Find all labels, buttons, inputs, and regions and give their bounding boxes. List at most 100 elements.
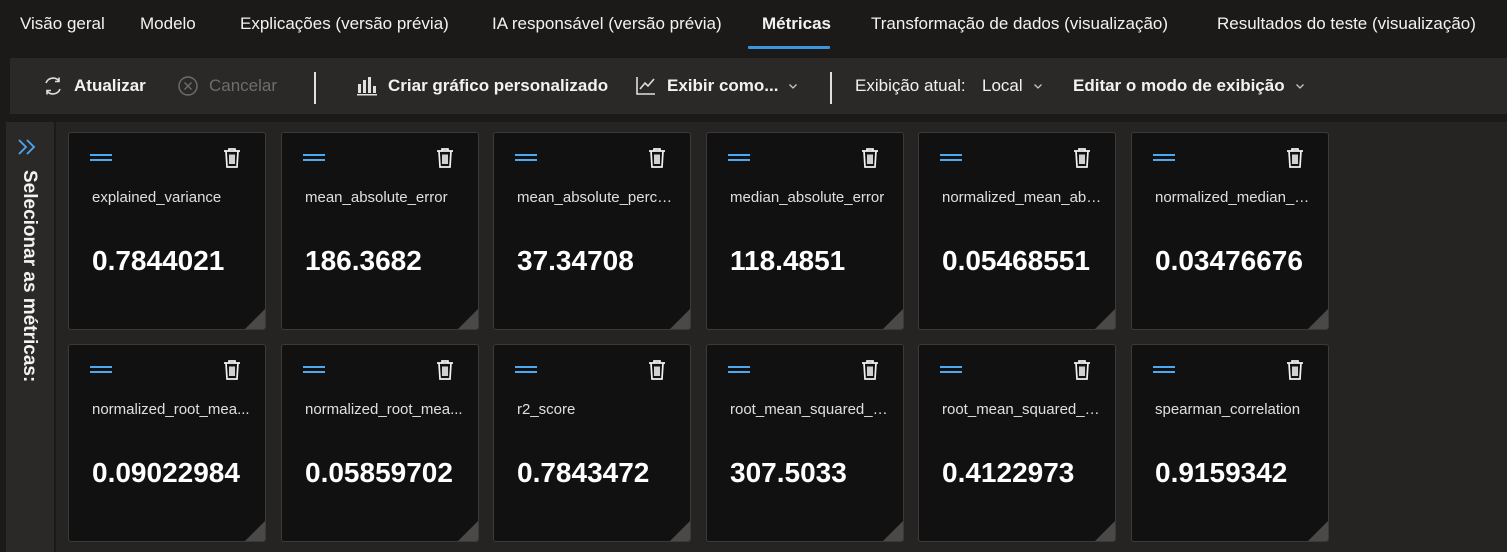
metric-card: mean_absolute_perce... 37.34708 — [493, 132, 691, 330]
resize-handle[interactable] — [883, 521, 903, 541]
resize-handle[interactable] — [670, 521, 690, 541]
metric-value: 118.4851 — [730, 245, 846, 276]
drag-handle-icon[interactable] — [303, 153, 325, 163]
metric-name: normalized_mean_abs... — [942, 189, 1102, 206]
refresh-button[interactable]: Atualizar — [42, 58, 146, 114]
chart-add-icon — [356, 75, 378, 97]
metric-name: r2_score — [517, 401, 576, 418]
metric-value: 0.7843472 — [517, 457, 650, 488]
current-view-dropdown[interactable]: Local — [982, 58, 1043, 114]
metric-name: mean_absolute_error — [305, 189, 448, 206]
drag-handle-icon[interactable] — [90, 365, 112, 375]
edit-view-dropdown[interactable]: Editar o modo de exibição — [1073, 58, 1305, 114]
drag-handle-icon[interactable] — [940, 365, 962, 375]
tab-metrics[interactable]: Métricas — [762, 0, 831, 52]
drag-handle-icon[interactable] — [515, 153, 537, 163]
metric-value: 0.05468551 — [942, 245, 1090, 276]
expand-panel-icon[interactable] — [16, 136, 38, 163]
toolbar-divider — [830, 72, 832, 104]
trash-icon[interactable] — [648, 147, 666, 174]
metric-name: root_mean_squared_lo... — [942, 401, 1102, 418]
current-view-label: Exibição atual: — [855, 76, 966, 95]
metric-value: 0.7844021 — [92, 245, 225, 276]
metric-name: spearman_correlation — [1155, 401, 1301, 418]
drag-handle-icon[interactable] — [728, 153, 750, 163]
create-custom-chart-button[interactable]: Criar gráfico personalizado — [356, 58, 608, 114]
resize-handle[interactable] — [1095, 309, 1115, 329]
drag-handle-icon[interactable] — [1153, 153, 1175, 163]
metric-value: 0.4122973 — [942, 457, 1075, 488]
trash-icon[interactable] — [1073, 359, 1091, 386]
resize-handle[interactable] — [883, 309, 903, 329]
chevron-down-icon — [1033, 81, 1043, 91]
resize-handle[interactable] — [1095, 521, 1115, 541]
metrics-grid: explained_variance 0.7844021 mean_absolu… — [56, 122, 1507, 552]
metric-card: normalized_median_a... 0.03476676 — [1131, 132, 1329, 330]
resize-handle[interactable] — [670, 309, 690, 329]
resize-handle[interactable] — [1308, 521, 1328, 541]
select-metrics-panel[interactable]: Selecionar as métricas: — [6, 122, 54, 552]
drag-handle-icon[interactable] — [515, 365, 537, 375]
metric-name: explained_variance — [92, 189, 222, 206]
resize-handle[interactable] — [458, 521, 478, 541]
cancel-button[interactable]: Cancelar — [177, 58, 277, 114]
metric-value: 307.5033 — [730, 457, 847, 488]
active-tab-indicator — [748, 46, 830, 49]
current-view-value: Local — [982, 76, 1023, 95]
metric-name: root_mean_squared_er... — [730, 401, 890, 418]
metric-value: 186.3682 — [305, 245, 422, 276]
resize-handle[interactable] — [1308, 309, 1328, 329]
trash-icon[interactable] — [861, 359, 879, 386]
metric-name: normalized_median_a... — [1155, 189, 1315, 206]
metric-card: normalized_root_mea... 0.05859702 — [281, 344, 479, 542]
trash-icon[interactable] — [1286, 359, 1304, 386]
edit-view-label: Editar o modo de exibição — [1073, 76, 1285, 95]
metric-card: explained_variance 0.7844021 — [68, 132, 266, 330]
trash-icon[interactable] — [436, 147, 454, 174]
view-as-dropdown[interactable]: Exibir como... — [635, 58, 798, 114]
resize-handle[interactable] — [245, 309, 265, 329]
metric-name: median_absolute_error — [730, 189, 885, 206]
trash-icon[interactable] — [1286, 147, 1304, 174]
tab-test-results[interactable]: Resultados do teste (visualização) — [1217, 0, 1476, 52]
drag-handle-icon[interactable] — [90, 153, 112, 163]
resize-handle[interactable] — [245, 521, 265, 541]
command-toolbar: Atualizar Cancelar Criar gráfico persona… — [10, 58, 1507, 114]
metric-card: root_mean_squared_lo... 0.4122973 — [918, 344, 1116, 542]
metric-value: 0.05859702 — [305, 457, 453, 488]
drag-handle-icon[interactable] — [940, 153, 962, 163]
trash-icon[interactable] — [1073, 147, 1091, 174]
metric-card: mean_absolute_error 186.3682 — [281, 132, 479, 330]
metric-card: spearman_correlation 0.9159342 — [1131, 344, 1329, 542]
refresh-icon — [42, 75, 64, 97]
toolbar-divider — [314, 72, 316, 104]
metric-card: r2_score 0.7843472 — [493, 344, 691, 542]
select-metrics-label: Selecionar as métricas: — [19, 170, 40, 383]
refresh-label: Atualizar — [74, 76, 146, 95]
metric-value: 0.9159342 — [1155, 457, 1288, 488]
tab-model[interactable]: Modelo — [140, 0, 196, 52]
resize-handle[interactable] — [458, 309, 478, 329]
trash-icon[interactable] — [648, 359, 666, 386]
trash-icon[interactable] — [861, 147, 879, 174]
trash-icon[interactable] — [436, 359, 454, 386]
tab-overview[interactable]: Visão geral — [20, 0, 105, 52]
metric-value: 0.03476676 — [1155, 245, 1303, 276]
metric-name: normalized_root_mea... — [92, 401, 250, 418]
cancel-icon — [177, 75, 199, 97]
metric-name: normalized_root_mea... — [305, 401, 463, 418]
tab-explanations[interactable]: Explicações (versão prévia) — [240, 0, 449, 52]
tab-data-transformation[interactable]: Transformação de dados (visualização) — [871, 0, 1168, 52]
metrics-page: Visão geral Modelo Explicações (versão p… — [0, 0, 1507, 552]
drag-handle-icon[interactable] — [1153, 365, 1175, 375]
trash-icon[interactable] — [223, 147, 241, 174]
drag-handle-icon[interactable] — [303, 365, 325, 375]
chevron-down-icon — [788, 81, 798, 91]
metric-card: normalized_mean_abs... 0.05468551 — [918, 132, 1116, 330]
drag-handle-icon[interactable] — [728, 365, 750, 375]
trash-icon[interactable] — [223, 359, 241, 386]
metric-value: 37.34708 — [517, 245, 634, 276]
tab-responsible-ai[interactable]: IA responsável (versão prévia) — [492, 0, 722, 52]
view-as-label: Exibir como... — [667, 76, 779, 95]
tab-bar: Visão geral Modelo Explicações (versão p… — [0, 0, 1507, 52]
